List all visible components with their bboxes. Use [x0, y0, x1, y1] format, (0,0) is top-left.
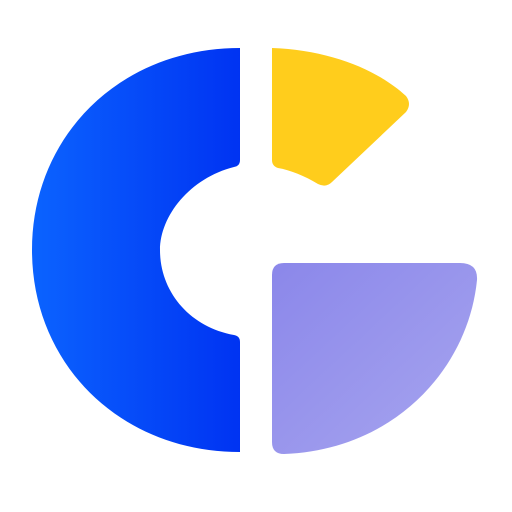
app-icon-canvas — [0, 0, 512, 512]
purple-quarter-shape — [272, 263, 478, 454]
g-logo-icon — [32, 48, 478, 454]
yellow-wedge-shape — [272, 48, 409, 186]
blue-half-ring-shape — [32, 48, 240, 452]
